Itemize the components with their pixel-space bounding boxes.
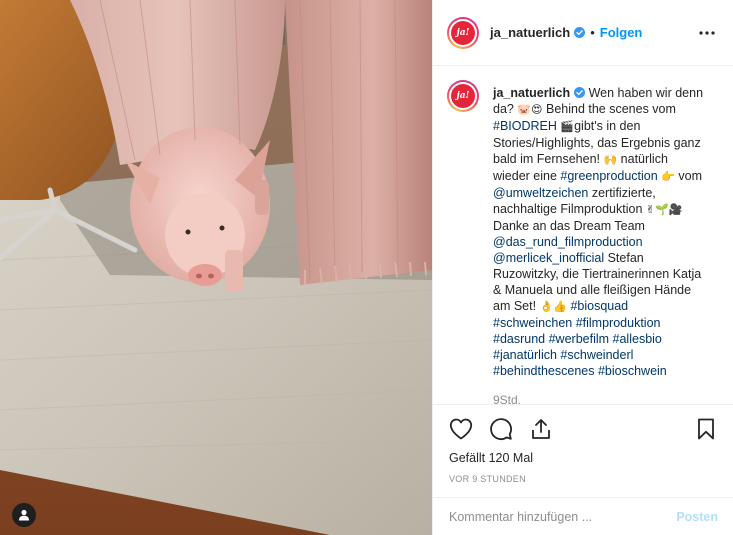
mention-link[interactable]: @merlicek_inofficial bbox=[493, 251, 604, 265]
user-tags-button[interactable] bbox=[12, 503, 36, 527]
emoji: 👌👍 bbox=[539, 301, 567, 313]
post-header: ja! ja_natuerlich • Folgen bbox=[433, 0, 733, 66]
caption-row: ja! ja_natuerlich Wen haben wir denn da?… bbox=[447, 80, 717, 379]
hashtag-link[interactable]: #werbefilm bbox=[549, 332, 609, 346]
likes-count[interactable]: Gefällt 120 Mal bbox=[433, 451, 733, 465]
comments-area: ja! ja_natuerlich Wen haben wir denn da?… bbox=[433, 66, 733, 404]
action-bar bbox=[433, 405, 733, 453]
comment-icon[interactable] bbox=[481, 409, 521, 449]
post-side-panel: ja! ja_natuerlich • Folgen ja! ja_natuer… bbox=[432, 0, 733, 535]
bookmark-icon[interactable] bbox=[686, 409, 726, 449]
post-time-ago: VOR 9 STUNDEN bbox=[449, 474, 526, 484]
emoji: 🐷😍 bbox=[517, 104, 543, 116]
comment-input[interactable] bbox=[449, 509, 669, 524]
caption-username[interactable]: ja_natuerlich bbox=[493, 86, 570, 100]
hashtag-link[interactable]: #allesbio bbox=[613, 332, 662, 346]
comment-form: Posten bbox=[433, 497, 733, 535]
hashtag-link[interactable]: #greenproduction bbox=[560, 169, 657, 183]
ja-logo: ja! bbox=[451, 20, 475, 45]
ja-logo: ja! bbox=[451, 84, 475, 108]
heart-icon[interactable] bbox=[441, 409, 481, 449]
hashtag-link[interactable]: #schweinderl bbox=[560, 348, 633, 362]
emoji: ✌🌱🎥 bbox=[645, 204, 683, 216]
avatar-ring: ja! bbox=[449, 82, 477, 110]
emoji: 👉 bbox=[661, 171, 675, 183]
caption-avatar[interactable]: ja! bbox=[447, 80, 479, 112]
caption-text-segment: Behind the scenes vom bbox=[542, 102, 676, 116]
avatar[interactable]: ja! bbox=[447, 16, 479, 49]
verified-badge-icon bbox=[574, 27, 586, 38]
hashtag-link[interactable]: #bioschwein bbox=[598, 364, 667, 378]
hashtag-link[interactable]: #behindthescenes bbox=[493, 364, 594, 378]
caption-timestamp: 9Std. bbox=[493, 393, 522, 404]
hashtag-link[interactable]: #BIODREH bbox=[493, 119, 557, 133]
separator-dot: • bbox=[590, 25, 595, 40]
mention-link[interactable]: @umweltzeichen bbox=[493, 186, 588, 200]
actions-section: Gefällt 120 Mal VOR 9 STUNDEN bbox=[433, 404, 733, 484]
more-options-icon[interactable] bbox=[695, 21, 719, 45]
caption-text-segment: vom bbox=[674, 169, 702, 183]
follow-button[interactable]: Folgen bbox=[600, 25, 643, 40]
caption-text-segment: Danke an das Dream Team bbox=[493, 219, 645, 233]
hashtag-link[interactable]: #schweinchen bbox=[493, 316, 572, 330]
avatar-ring: ja! bbox=[449, 18, 477, 47]
user-icon bbox=[19, 509, 29, 521]
hashtag-link[interactable]: #biosquad bbox=[570, 299, 628, 313]
post-photo[interactable] bbox=[0, 0, 432, 535]
hashtag-link[interactable]: #dasrund bbox=[493, 332, 545, 346]
post-comment-button[interactable]: Posten bbox=[676, 510, 718, 524]
header-username[interactable]: ja_natuerlich bbox=[490, 25, 570, 40]
hashtag-link[interactable]: #filmproduktion bbox=[576, 316, 661, 330]
pig-under-blanket-image bbox=[0, 0, 432, 535]
verified-badge-icon bbox=[574, 87, 586, 98]
share-icon[interactable] bbox=[521, 409, 561, 449]
emoji: 🙌 bbox=[603, 154, 618, 166]
emoji: 🎬 bbox=[560, 121, 575, 133]
caption-text: ja_natuerlich Wen haben wir denn da? 🐷😍 … bbox=[493, 85, 708, 379]
mention-link[interactable]: @das_rund_filmproduction bbox=[493, 235, 643, 249]
caption-body: Wen haben wir denn da? 🐷😍 Behind the sce… bbox=[493, 86, 703, 378]
hashtag-link[interactable]: #janatürlich bbox=[493, 348, 557, 362]
